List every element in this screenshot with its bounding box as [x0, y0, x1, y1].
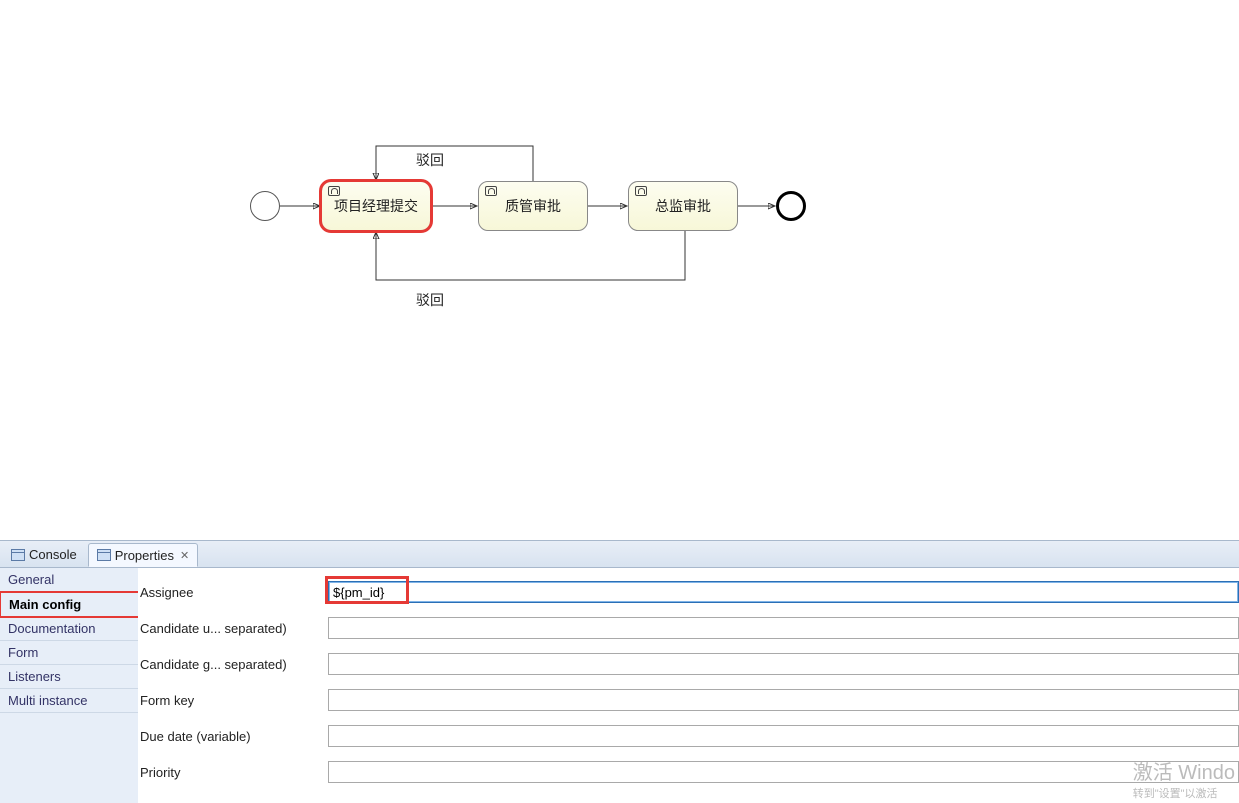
flow-label-reject-top: 驳回 [416, 150, 444, 170]
sidebar-item-label: Multi instance [8, 693, 87, 708]
user-task-icon [635, 186, 647, 196]
task-label: 质管审批 [505, 196, 561, 216]
sidebar-item-main-config[interactable]: Main config [0, 591, 140, 618]
due-date-input[interactable] [328, 725, 1239, 747]
flow-arrows [0, 0, 1239, 540]
tab-label: Console [29, 547, 77, 562]
sidebar-item-multi-instance[interactable]: Multi instance [0, 689, 139, 713]
views-tab-bar: Console Properties ✕ [0, 540, 1239, 568]
form-key-input[interactable] [328, 689, 1239, 711]
sidebar-item-label: General [8, 572, 54, 587]
form-label: Priority [138, 765, 328, 780]
candidate-users-input[interactable] [328, 617, 1239, 639]
task-pm-submit[interactable]: 项目经理提交 [321, 181, 431, 231]
assignee-input[interactable] [328, 581, 1239, 603]
priority-input[interactable] [328, 761, 1239, 783]
row-assignee: Assignee [138, 574, 1239, 610]
sidebar-item-label: Main config [9, 597, 81, 612]
form-label: Candidate u... separated) [138, 621, 328, 636]
end-event[interactable] [776, 191, 806, 221]
console-icon [11, 549, 25, 561]
sidebar-item-label: Listeners [8, 669, 61, 684]
properties-panel: General Main config Documentation Form L… [0, 568, 1239, 803]
start-event[interactable] [250, 191, 280, 221]
sidebar-item-listeners[interactable]: Listeners [0, 665, 139, 689]
row-candidate-users: Candidate u... separated) [138, 610, 1239, 646]
row-form-key: Form key [138, 682, 1239, 718]
sidebar-item-general[interactable]: General [0, 568, 139, 592]
task-director-approve[interactable]: 总监审批 [628, 181, 738, 231]
form-label: Form key [138, 693, 328, 708]
row-due-date: Due date (variable) [138, 718, 1239, 754]
task-label: 总监审批 [655, 196, 711, 216]
user-task-icon [328, 186, 340, 196]
flow-label-reject-bottom: 驳回 [416, 290, 444, 310]
form-label: Assignee [138, 585, 328, 600]
sidebar-item-documentation[interactable]: Documentation [0, 617, 139, 641]
task-qc-approve[interactable]: 质管审批 [478, 181, 588, 231]
tab-console[interactable]: Console [2, 541, 86, 567]
tab-label: Properties [115, 548, 174, 563]
form-label: Candidate g... separated) [138, 657, 328, 672]
bpmn-canvas[interactable]: 项目经理提交 质管审批 总监审批 驳回 驳回 [0, 0, 1239, 540]
row-priority: Priority [138, 754, 1239, 790]
tab-properties[interactable]: Properties ✕ [88, 543, 198, 567]
sidebar-item-form[interactable]: Form [0, 641, 139, 665]
close-icon[interactable]: ✕ [180, 549, 189, 562]
sidebar-item-label: Form [8, 645, 38, 660]
properties-sidebar: General Main config Documentation Form L… [0, 568, 140, 803]
sidebar-item-label: Documentation [8, 621, 95, 636]
form-label: Due date (variable) [138, 729, 328, 744]
properties-icon [97, 549, 111, 561]
task-label: 项目经理提交 [334, 196, 418, 216]
candidate-groups-input[interactable] [328, 653, 1239, 675]
main-config-form: Assignee Candidate u... separated) Candi… [138, 568, 1239, 803]
row-candidate-groups: Candidate g... separated) [138, 646, 1239, 682]
user-task-icon [485, 186, 497, 196]
